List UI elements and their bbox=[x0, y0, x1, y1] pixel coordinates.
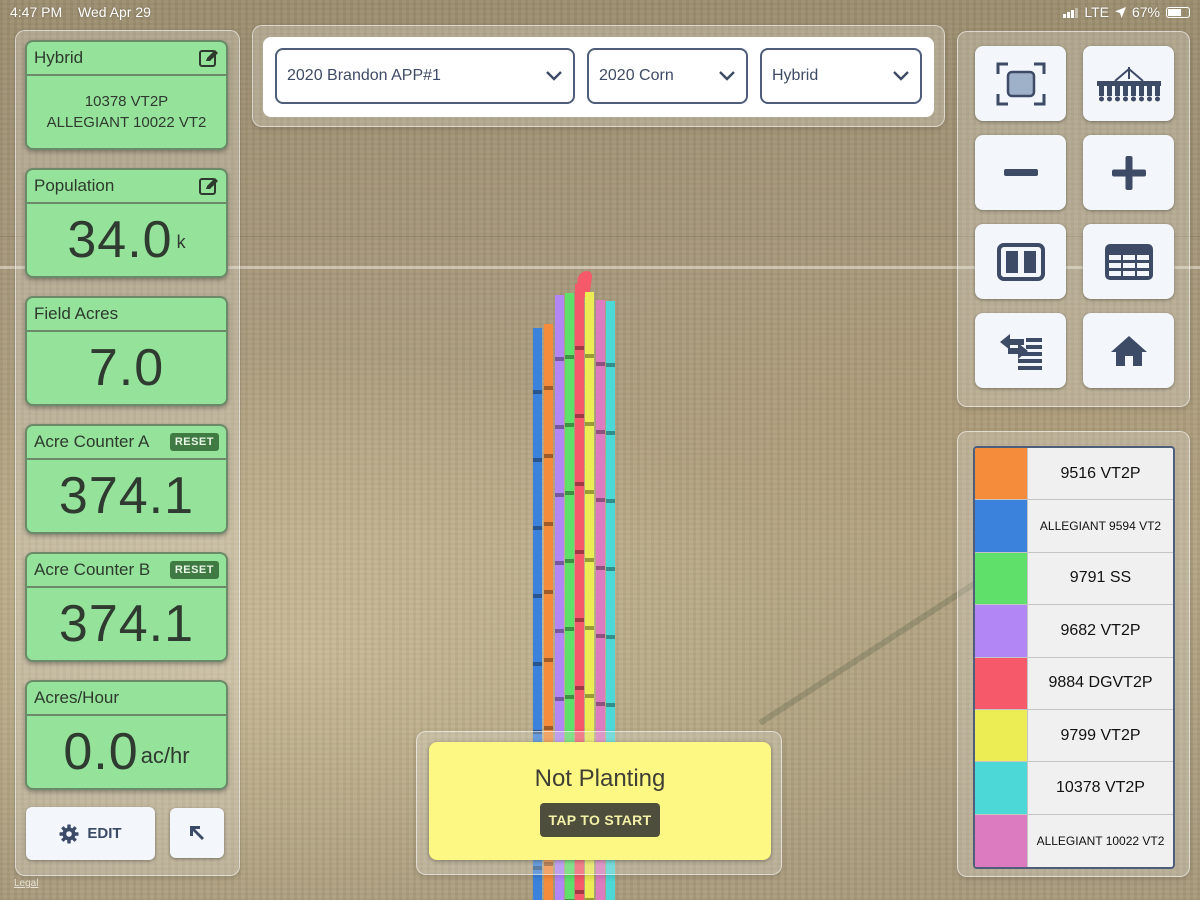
table-view-button[interactable] bbox=[1083, 224, 1174, 299]
location-arrow-icon bbox=[1114, 6, 1126, 18]
tap-to-start-button[interactable]: TAP TO START bbox=[539, 803, 661, 837]
legend-item: 9884 DGVT2P bbox=[975, 657, 1173, 710]
legend-swatch bbox=[975, 552, 1028, 605]
zoom-out-button[interactable] bbox=[975, 135, 1066, 210]
legend-swatch bbox=[975, 762, 1028, 814]
population-card[interactable]: Population 34.0 k bbox=[25, 168, 228, 278]
gear-icon bbox=[59, 824, 79, 843]
acre-counter-b-value: 374.1 bbox=[58, 595, 195, 653]
acres-hour-value: 0.0 bbox=[63, 723, 139, 781]
field-select[interactable]: 2020 Brandon APP#1 bbox=[275, 48, 575, 104]
split-view-icon bbox=[996, 242, 1045, 281]
acre-counter-a-reset-button[interactable]: RESET bbox=[169, 433, 219, 451]
hybrid-line-2: ALLEGIANT 10022 VT2 bbox=[46, 114, 207, 131]
legend-item: ALLEGIANT 9594 VT2 bbox=[975, 500, 1173, 553]
edit-button[interactable]: EDIT bbox=[26, 807, 155, 860]
legend-label: 9516 VT2P bbox=[1060, 464, 1141, 482]
acres-hour-title: Acres/Hour bbox=[34, 688, 120, 707]
acre-counter-b-reset-button[interactable]: RESET bbox=[169, 561, 219, 579]
battery-icon bbox=[1166, 6, 1190, 18]
battery-level bbox=[1168, 8, 1182, 16]
implement-button[interactable] bbox=[1083, 46, 1174, 121]
legend-label: ALLEGIANT 9594 VT2 bbox=[1039, 519, 1162, 534]
acre-counter-a-card: Acre Counter A RESET 374.1 bbox=[25, 424, 228, 534]
acres-hour-unit: ac/hr bbox=[140, 743, 190, 768]
status-network: LTE bbox=[1084, 4, 1109, 20]
legend-item: 9682 VT2P bbox=[975, 605, 1173, 658]
legend-item: 10378 VT2P bbox=[975, 762, 1173, 815]
legend-item: ALLEGIANT 10022 VT2 bbox=[975, 814, 1173, 868]
population-unit: k bbox=[176, 231, 186, 252]
list-arrows-icon bbox=[999, 333, 1042, 370]
legend-swatch bbox=[975, 657, 1028, 709]
legal-link[interactable]: Legal bbox=[14, 878, 38, 889]
field-select-value: 2020 Brandon APP#1 bbox=[287, 67, 441, 84]
legend-swatch bbox=[975, 448, 1028, 500]
planter-icon bbox=[1096, 66, 1161, 101]
split-view-button[interactable] bbox=[975, 224, 1066, 299]
chevron-down-icon bbox=[546, 71, 562, 81]
collapse-panel-button[interactable] bbox=[170, 808, 224, 858]
arrow-up-left-icon bbox=[190, 826, 204, 840]
season-select-value: 2020 Corn bbox=[599, 67, 674, 84]
status-date: Wed Apr 29 bbox=[78, 4, 151, 20]
legend-swatch bbox=[975, 709, 1028, 762]
legend-label: 9682 VT2P bbox=[1060, 621, 1141, 639]
acre-counter-b-card: Acre Counter B RESET 374.1 bbox=[25, 552, 228, 662]
recenter-icon bbox=[996, 62, 1045, 105]
table-icon bbox=[1104, 243, 1153, 280]
signal-icon bbox=[1063, 7, 1079, 18]
minus-icon bbox=[1003, 168, 1038, 176]
planting-status-card[interactable]: Not Planting TAP TO START bbox=[429, 742, 771, 860]
population-value: 34.0 bbox=[67, 211, 173, 269]
hybrid-line-1: 10378 VT2P bbox=[84, 93, 169, 110]
field-acres-value: 7.0 bbox=[88, 339, 165, 397]
chevron-down-icon bbox=[719, 71, 735, 81]
field-acres-title: Field Acres bbox=[34, 304, 119, 323]
edit-button-label: EDIT bbox=[87, 825, 122, 842]
home-icon bbox=[1110, 335, 1147, 366]
legend-label: 10378 VT2P bbox=[1056, 779, 1145, 797]
layer-select-value: Hybrid bbox=[772, 67, 819, 84]
edit-icon[interactable] bbox=[199, 177, 219, 195]
legend-swatch bbox=[975, 500, 1028, 552]
hybrid-legend: 9516 VT2P ALLEGIANT 9594 VT2 9791 SS 968… bbox=[973, 446, 1175, 870]
list-exchange-button[interactable] bbox=[975, 313, 1066, 388]
season-select[interactable]: 2020 Corn bbox=[587, 48, 748, 104]
legend-item: 9799 VT2P bbox=[975, 709, 1173, 763]
status-time: 4:47 PM bbox=[10, 4, 63, 20]
planting-status-text: Not Planting bbox=[534, 765, 666, 792]
legend-label: ALLEGIANT 10022 VT2 bbox=[1036, 833, 1165, 848]
status-bar: 4:47 PM Wed Apr 29 LTE 67% bbox=[0, 0, 1200, 24]
plus-icon bbox=[1111, 155, 1146, 190]
status-battery-percent: 67% bbox=[1131, 4, 1160, 20]
acre-counter-b-title: Acre Counter B bbox=[34, 560, 151, 579]
acre-counter-a-value: 374.1 bbox=[58, 467, 195, 525]
hybrid-card[interactable]: Hybrid 10378 VT2P ALLEGIANT 10022 VT2 bbox=[25, 40, 228, 150]
field-acres-card: Field Acres 7.0 bbox=[25, 296, 228, 406]
legend-label: 9799 VT2P bbox=[1060, 726, 1141, 744]
hybrid-card-title: Hybrid bbox=[34, 48, 84, 67]
acres-hour-card: Acres/Hour 0.0 ac/hr bbox=[25, 680, 228, 790]
home-button[interactable] bbox=[1083, 313, 1174, 388]
legend-item: 9791 SS bbox=[975, 552, 1173, 606]
layer-select[interactable]: Hybrid bbox=[760, 48, 922, 104]
legend-label: 9884 DGVT2P bbox=[1048, 674, 1153, 692]
legend-item: 9516 VT2P bbox=[975, 448, 1173, 501]
legend-swatch bbox=[975, 605, 1028, 657]
chevron-down-icon bbox=[893, 71, 909, 81]
population-card-title: Population bbox=[34, 176, 115, 195]
legend-label: 9791 SS bbox=[1069, 569, 1132, 587]
legend-swatch bbox=[975, 814, 1028, 868]
recenter-button[interactable] bbox=[975, 46, 1066, 121]
zoom-in-button[interactable] bbox=[1083, 135, 1174, 210]
edit-icon[interactable] bbox=[199, 49, 219, 67]
acre-counter-a-title: Acre Counter A bbox=[34, 432, 150, 451]
